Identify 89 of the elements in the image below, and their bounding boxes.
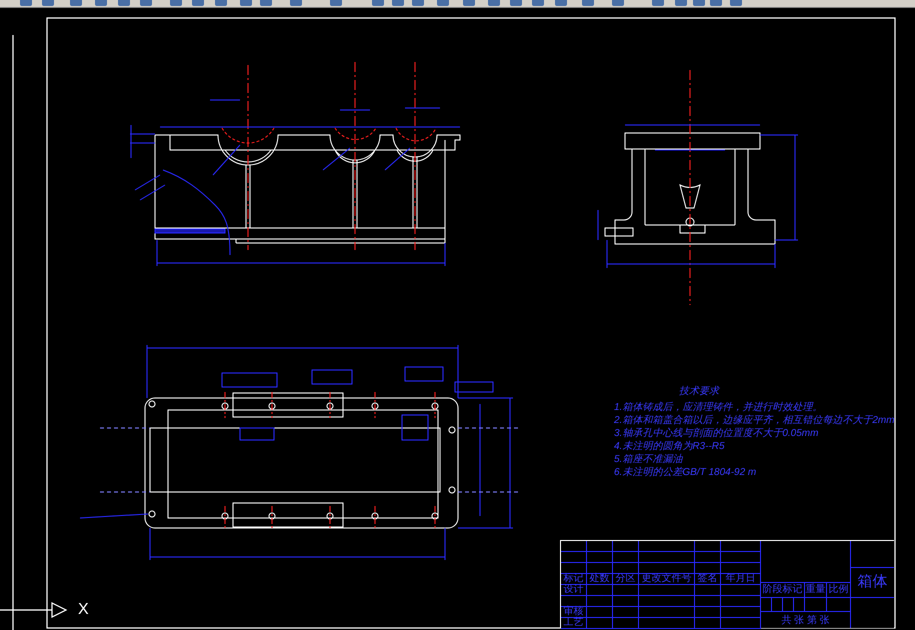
table-cell: [695, 607, 721, 618]
table-cell: [695, 563, 721, 574]
table-cell: [587, 552, 613, 563]
ucs-axes-icon: [0, 35, 68, 630]
toolbar-icon[interactable]: [192, 0, 204, 6]
table-cell: [561, 563, 587, 574]
requirement-text: 6.未注明的公差GB/T 1804-92 m: [614, 466, 758, 479]
toolbar-icon[interactable]: [70, 0, 82, 6]
toolbar-icon[interactable]: [392, 0, 404, 6]
table-cell: [613, 607, 639, 618]
column-header: 签名: [695, 574, 721, 585]
column-header: 分区: [613, 574, 639, 585]
toolbar-icon[interactable]: [260, 0, 272, 6]
row-label: 审核: [561, 607, 587, 618]
toolbar-icon[interactable]: [555, 0, 567, 6]
table-cell: [639, 607, 695, 618]
sheet-count-label: 共 张 第 张: [781, 614, 830, 628]
toolbar-icon[interactable]: [372, 0, 384, 6]
table-cell: [639, 596, 695, 607]
table-cell: [613, 541, 639, 552]
table-cell: [721, 618, 761, 629]
column-header: 标记: [561, 574, 587, 585]
column-header: 比例: [828, 584, 849, 595]
column-header: 年月日: [721, 574, 761, 585]
row-label: 设计: [561, 585, 587, 596]
table-cell: [587, 563, 613, 574]
part-name: 箱体: [858, 572, 888, 592]
table-cell: [613, 563, 639, 574]
toolbar-icon[interactable]: [290, 0, 302, 6]
toolbar-icon[interactable]: [710, 0, 722, 6]
x-axis-label: X: [78, 601, 89, 619]
toolbar-icon[interactable]: [532, 0, 544, 6]
table-cell: [639, 563, 695, 574]
table-cell: [639, 541, 695, 552]
column-header: 阶段标记: [762, 584, 802, 595]
toolbar-icon[interactable]: [612, 0, 624, 6]
requirement-text: 5.箱座不准漏油: [614, 453, 684, 466]
toolbar-icon[interactable]: [170, 0, 182, 6]
table-cell: [639, 585, 695, 596]
table-cell: [613, 585, 639, 596]
table-cell: [695, 585, 721, 596]
requirements-title: 技术要求: [679, 385, 721, 398]
toolbar-icon[interactable]: [118, 0, 130, 6]
row-label: 工艺: [561, 618, 587, 629]
table-cell: [613, 552, 639, 563]
table-cell: [695, 596, 721, 607]
table-cell: [561, 596, 587, 607]
table-cell: [721, 585, 761, 596]
toolbar-icon[interactable]: [693, 0, 705, 6]
toolbar-icon[interactable]: [42, 0, 54, 6]
toolbar-icon[interactable]: [510, 0, 522, 6]
toolbar-icon[interactable]: [240, 0, 252, 6]
toolbar-icon[interactable]: [463, 0, 475, 6]
column-header: 更改文件号: [639, 574, 695, 585]
toolbar-icon[interactable]: [330, 0, 342, 6]
table-cell: [639, 552, 695, 563]
requirement-text: 3.轴承孔中心线与剖面的位置度不大于0.05mm: [614, 427, 820, 440]
requirement-text: 2.箱体和箱盖合箱以后，边缘应平齐，相互错位每边不大于2mm: [614, 414, 895, 427]
column-header: 处数: [587, 574, 613, 585]
toolbar-icon[interactable]: [730, 0, 742, 6]
toolbar-icon[interactable]: [675, 0, 687, 6]
toolbar-icon[interactable]: [20, 0, 32, 6]
requirement-text: 4.未注明的圆角为R3--R5: [614, 440, 726, 453]
table-cell: [587, 585, 613, 596]
toolbar-icon[interactable]: [215, 0, 227, 6]
table-cell: [721, 552, 761, 563]
toolbar-icon[interactable]: [140, 0, 152, 6]
table-cell: [695, 552, 721, 563]
toolbar-icon[interactable]: [437, 0, 449, 6]
toolbar-icon[interactable]: [488, 0, 500, 6]
table-cell: [587, 541, 613, 552]
table-cell: [561, 552, 587, 563]
table-cell: [695, 618, 721, 629]
table-cell: [587, 618, 613, 629]
requirement-text: 1.箱体铸成后，应清理铸件，并进行时效处理。: [614, 401, 824, 414]
toolbar-icon[interactable]: [412, 0, 424, 6]
table-cell: [561, 541, 587, 552]
column-header: 重量: [805, 584, 826, 595]
toolbar-icon[interactable]: [582, 0, 594, 6]
table-cell: [613, 618, 639, 629]
table-cell: [721, 563, 761, 574]
toolbar-icon[interactable]: [652, 0, 664, 6]
table-cell: [587, 596, 613, 607]
table-cell: [695, 541, 721, 552]
table-cell: [587, 607, 613, 618]
table-cell: [613, 596, 639, 607]
table-cell: [639, 618, 695, 629]
table-cell: [721, 541, 761, 552]
toolbar-icon[interactable]: [95, 0, 107, 6]
